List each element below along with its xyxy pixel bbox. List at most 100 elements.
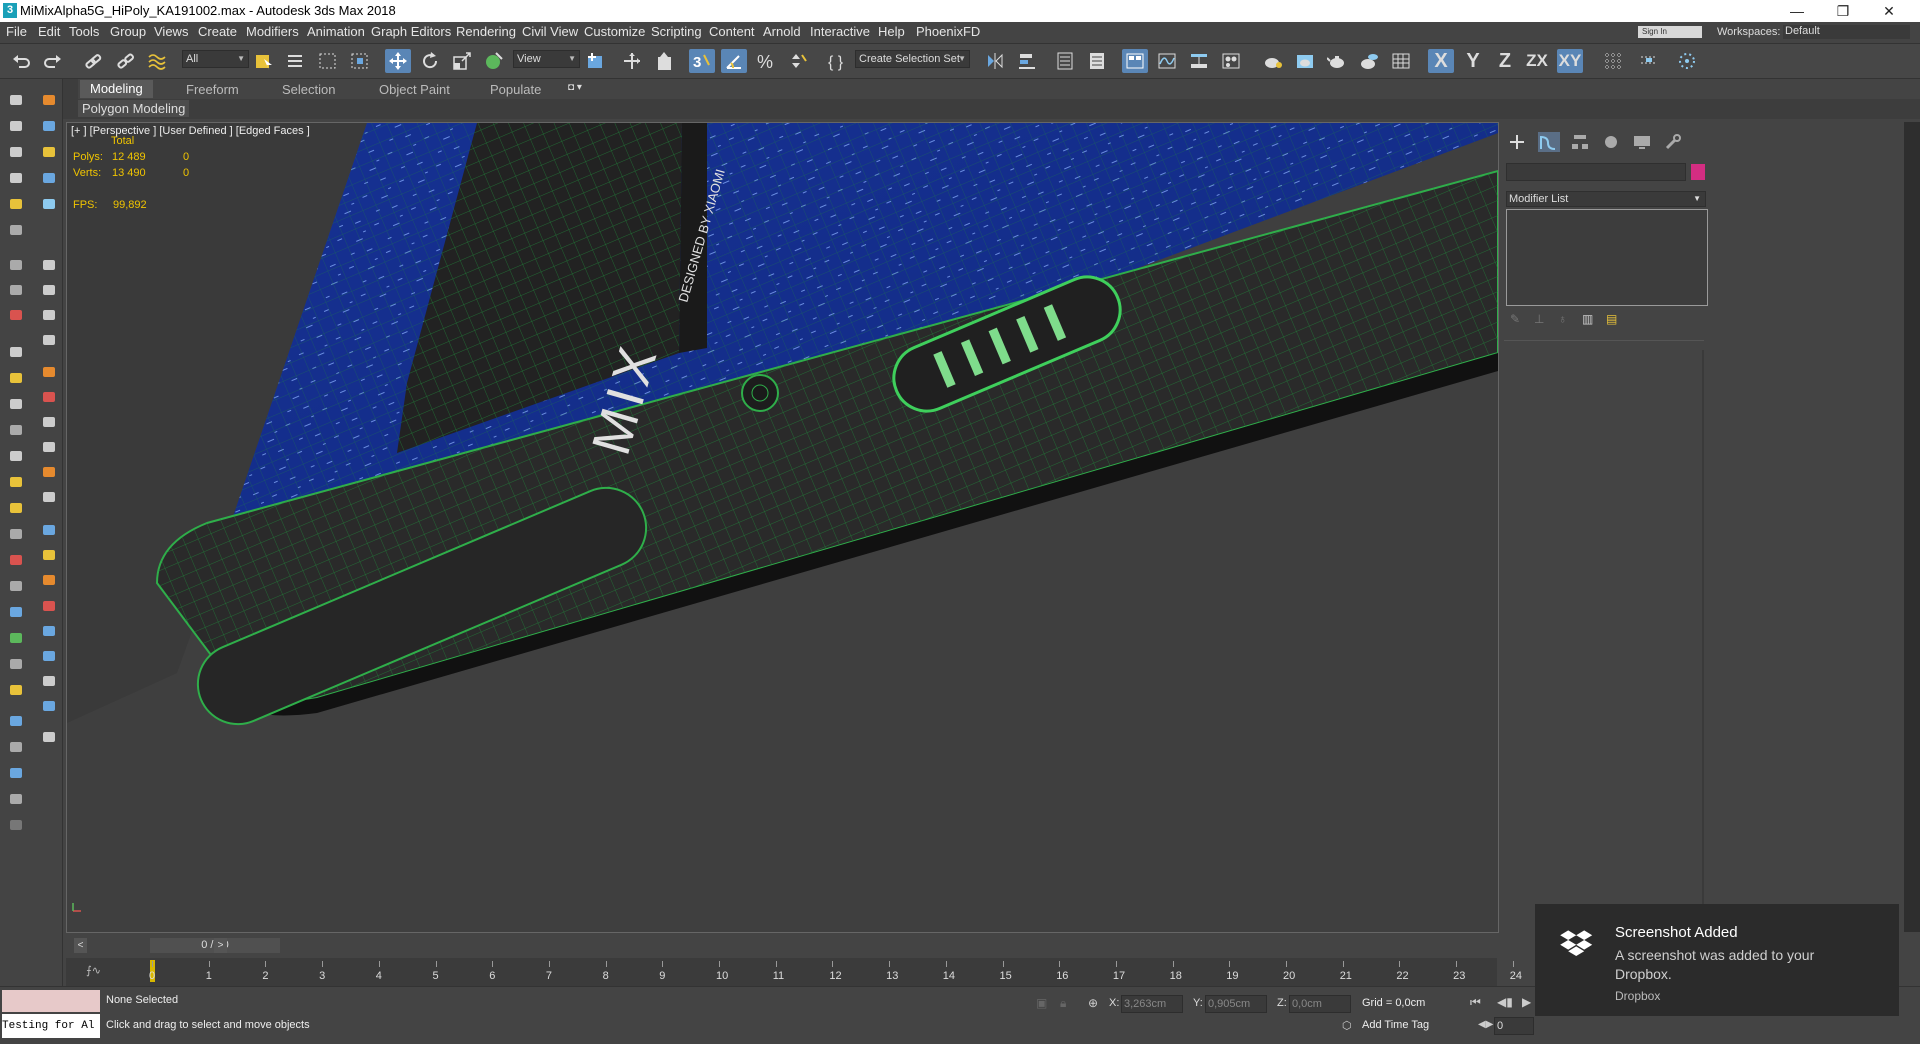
tool-icon-27[interactable] <box>10 659 22 669</box>
redo-button[interactable] <box>40 49 66 73</box>
select-object-button[interactable] <box>251 49 277 73</box>
create-tab[interactable] <box>1507 132 1529 152</box>
menu-help[interactable]: Help <box>878 24 905 39</box>
tool-icon-13[interactable] <box>43 417 55 427</box>
tab-object-paint[interactable]: Object Paint <box>379 82 450 97</box>
modifier-stack[interactable] <box>1506 209 1708 306</box>
toggle-layer-explorer-button[interactable] <box>1084 49 1110 73</box>
menu-group[interactable]: Group <box>110 24 146 39</box>
time-slider-prev[interactable]: < <box>74 938 87 953</box>
tool-icon-24[interactable] <box>10 607 22 617</box>
layout-icon-5[interactable] <box>10 173 22 183</box>
isolate-icon[interactable]: ▣ <box>1036 996 1047 1010</box>
fire-icon[interactable] <box>43 467 55 477</box>
material-editor-button[interactable] <box>1218 49 1244 73</box>
reference-coordinate-dropdown[interactable]: View <box>513 50 580 68</box>
perspective-viewport[interactable]: DESIGNED BY XIAOMI MIX [+ ] [Perspective… <box>66 122 1499 933</box>
tool-icon-35[interactable] <box>10 794 22 804</box>
camera-icon[interactable] <box>43 173 55 183</box>
light-icon[interactable] <box>43 147 55 157</box>
array-button[interactable] <box>1636 49 1662 73</box>
object-color-swatch[interactable] <box>1691 164 1705 180</box>
make-unique-icon[interactable]: ♁ <box>1558 312 1567 326</box>
curve-editor-mini-icon[interactable]: ⨍∿ <box>86 964 101 977</box>
constrain-xy-button[interactable]: XY <box>1557 49 1583 73</box>
rendered-frame-window-button[interactable] <box>1292 49 1318 73</box>
minimize-button[interactable]: — <box>1774 0 1820 22</box>
tool-icon-9[interactable] <box>10 285 22 295</box>
record-icon[interactable] <box>43 601 55 611</box>
select-manipulate-button[interactable] <box>619 49 645 73</box>
polygon-modeling-panel[interactable]: Polygon Modeling <box>78 100 190 117</box>
utilities-tab[interactable] <box>1663 132 1685 152</box>
explorer-icon[interactable] <box>43 95 55 105</box>
z-coordinate-field[interactable]: 0,0cm <box>1289 995 1351 1013</box>
configure-modifier-sets-icon[interactable]: ▤ <box>1606 312 1617 326</box>
track-bar[interactable]: ⨍∿ 0 1 2 3 4 5 6 7 8 9 10 11 12 13 14 15 16 17 18 19 20 21 22 2… <box>66 958 1522 986</box>
tool-icon-22[interactable] <box>10 581 22 591</box>
tab-freeform[interactable]: Freeform <box>186 82 239 97</box>
tool-icon-36[interactable] <box>10 820 22 830</box>
display-tab[interactable] <box>1632 132 1654 152</box>
lock-icon[interactable]: 🔒︎ <box>1060 996 1066 1011</box>
layout-icon-3[interactable] <box>43 121 55 131</box>
tool-icon-15[interactable] <box>43 442 55 452</box>
spacing-tool-button[interactable] <box>1674 49 1700 73</box>
constrain-y-button[interactable]: Y <box>1460 49 1486 73</box>
sphere-icon[interactable] <box>10 399 22 409</box>
menu-arnold[interactable]: Arnold <box>763 24 801 39</box>
current-frame-field[interactable]: 0 <box>1494 1017 1534 1035</box>
tool-icon-12[interactable] <box>10 373 22 383</box>
x-coordinate-field[interactable]: 3,263cm <box>1121 995 1183 1013</box>
tool-icon-14[interactable] <box>10 425 22 435</box>
tool-icon-21[interactable] <box>43 550 55 560</box>
tab-populate[interactable]: Populate <box>490 82 541 97</box>
trash-icon[interactable] <box>43 335 55 345</box>
mirror-button[interactable] <box>982 49 1008 73</box>
cone-icon[interactable] <box>10 451 22 461</box>
menu-customize[interactable]: Customize <box>584 24 645 39</box>
viewport-layout-icon[interactable] <box>10 95 22 105</box>
menu-civil-view[interactable]: Civil View <box>522 24 578 39</box>
maxscript-listener-output[interactable] <box>2 990 100 1012</box>
select-and-rotate-button[interactable] <box>417 49 443 73</box>
viewport-label[interactable]: [+ ] [Perspective ] [User Defined ] [Edg… <box>71 125 310 137</box>
menu-rendering[interactable]: Rendering <box>456 24 516 39</box>
menu-create[interactable]: Create <box>198 24 237 39</box>
key-mode-icon[interactable]: ◀▶ <box>1478 1019 1493 1030</box>
helper-icon[interactable] <box>43 199 55 209</box>
constrain-z-button[interactable]: Z <box>1492 49 1518 73</box>
object-name-field[interactable] <box>1506 163 1686 181</box>
menu-views[interactable]: Views <box>154 24 188 39</box>
selection-filter-dropdown[interactable]: All <box>182 50 249 68</box>
a360-gallery-button[interactable] <box>1388 49 1414 73</box>
go-to-start-icon[interactable]: ⏮ <box>1470 995 1481 1010</box>
menu-animation[interactable]: Animation <box>307 24 365 39</box>
menu-scripting[interactable]: Scripting <box>651 24 702 39</box>
tab-modeling[interactable]: Modeling <box>80 80 153 98</box>
tool-icon-16[interactable] <box>43 492 55 502</box>
tool-icon-26[interactable] <box>43 626 55 636</box>
play-animation-icon[interactable]: ▶ <box>1522 995 1531 1009</box>
render-production-button[interactable] <box>1324 49 1350 73</box>
close-button[interactable]: ✕ <box>1866 0 1912 22</box>
render-setup-button[interactable] <box>1260 49 1286 73</box>
place-button[interactable] <box>481 49 507 73</box>
spinner-snap-button[interactable] <box>785 49 811 73</box>
menu-file[interactable]: File <box>6 24 27 39</box>
tool-icon-6[interactable] <box>10 199 22 209</box>
restore-button[interactable]: ❐ <box>1820 0 1866 22</box>
time-slider[interactable]: < 0 / 30 > <box>66 937 1497 955</box>
menu-graph-editors[interactable]: Graph Editors <box>371 24 451 39</box>
tab-selection[interactable]: Selection <box>282 82 335 97</box>
layout-icon-4[interactable] <box>10 147 22 157</box>
constrain-zx-button[interactable]: ZX <box>1524 49 1550 73</box>
ribbon-options-icon[interactable]: ◘ ▾ <box>568 82 582 93</box>
menu-tools[interactable]: Tools <box>69 24 99 39</box>
add-time-tag-button[interactable]: Add Time Tag <box>1362 1019 1429 1031</box>
select-by-name-button[interactable] <box>283 49 309 73</box>
select-and-scale-button[interactable] <box>449 49 475 73</box>
tool-icon-11[interactable] <box>10 347 22 357</box>
tool-icon-32[interactable] <box>10 716 22 726</box>
constrain-x-button[interactable]: X <box>1428 49 1454 73</box>
